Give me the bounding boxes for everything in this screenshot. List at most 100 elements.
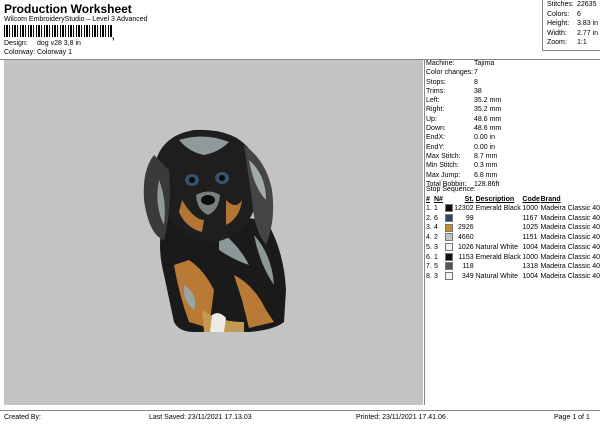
col-header-code: Code: [522, 196, 540, 203]
color-swatch: [444, 262, 453, 271]
dog-embroidery-image: [143, 129, 286, 332]
row-brand: Madeira Classic 40: [540, 263, 600, 271]
row-description: [476, 223, 523, 233]
machine-info-panel: Machine: Tajima Color changes:7 Stops: 8 T…: [426, 59, 501, 189]
row-index: 6.: [426, 253, 432, 261]
design-label: Design:: [4, 40, 28, 47]
table-row: 3. 4 2926 1025 Madeira Classic 40: [426, 223, 600, 233]
row-description: Natural White: [475, 272, 519, 280]
info-value: 48.6 mm: [474, 125, 502, 133]
row-needle: 3: [433, 243, 438, 251]
row-brand: Madeira Classic 40: [540, 253, 600, 261]
row-needle: 5: [433, 263, 438, 271]
colorway-label: Colorway:: [4, 49, 36, 56]
info-row: Max Jump: 6.8 mm: [426, 171, 501, 180]
row-code: 1167: [522, 214, 538, 222]
row-brand: Madeira Classic 40: [540, 234, 600, 242]
info-value: 0.3 mm: [474, 162, 498, 170]
table-row: 5. 3 1026 Natural White 1004 Madeira Classic …: [426, 242, 600, 253]
row-swatch: [444, 204, 454, 214]
info-value: 38: [474, 87, 482, 95]
info-value: 35.2 mm: [474, 106, 502, 114]
row-index: 1.: [426, 205, 432, 212]
stat-row: Height: 3.83 in: [543, 19, 600, 29]
panel-divider: [424, 59, 425, 405]
info-row: Trims: 38: [426, 87, 501, 96]
row-brand: Madeira Classic 40: [540, 205, 600, 212]
row-index: 2.: [426, 214, 432, 222]
stat-label: Height:: [547, 20, 570, 27]
row-code: 1000: [522, 253, 538, 261]
info-label: EndY:: [426, 143, 445, 151]
color-swatch: [444, 242, 453, 251]
row-brand: Madeira Classic 40: [540, 272, 600, 280]
col-header-brand: Brand: [540, 196, 561, 203]
row-swatch: [444, 233, 454, 243]
barcode: [4, 25, 112, 37]
row-index: 5.: [426, 243, 432, 251]
stop-sequence-title: Stop Sequence:: [426, 186, 476, 193]
stat-value: 22635: [577, 1, 597, 8]
stat-label: Stitches:: [547, 1, 574, 8]
row-code: 1025: [522, 224, 538, 232]
color-swatch: [444, 233, 453, 242]
info-label: Down:: [426, 125, 446, 133]
table-row: 4. 2 4660 1151 Madeira Classic 40: [426, 233, 600, 243]
stat-label: Zoom:: [547, 39, 567, 46]
color-swatch: [444, 213, 453, 222]
design-preview: [4, 60, 423, 405]
row-index: 3.: [426, 224, 432, 232]
info-label: Left:: [426, 97, 440, 105]
row-swatch: [444, 262, 454, 272]
row-needle: 3: [433, 272, 438, 280]
row-stitches: 99: [465, 214, 474, 222]
worksheet-title: Production Worksheet: [4, 2, 132, 16]
stat-label: Colors:: [547, 10, 570, 18]
col-header-stitches: St.: [464, 196, 474, 203]
info-value: 8: [474, 78, 478, 86]
info-value: 8.7 mm: [474, 152, 498, 160]
row-code: 1004: [522, 243, 538, 251]
stat-row: Colors: 6: [543, 10, 600, 20]
color-swatch: [444, 204, 453, 213]
row-swatch: [444, 252, 454, 263]
stat-label: Width:: [547, 29, 567, 37]
barcode-suffix: ,: [112, 31, 115, 41]
colorway-value: Colorway 1: [36, 49, 72, 56]
row-description: Emerald Black: [475, 205, 521, 212]
table-header-row: # N# St. Description Code Brand: [426, 195, 600, 204]
stat-value: 1:1: [577, 39, 587, 46]
row-stitches: 12302: [454, 205, 474, 212]
row-index: 7.: [426, 263, 432, 271]
color-swatch: [444, 252, 453, 261]
info-value: 0.00 in: [474, 134, 496, 142]
row-code: 1004: [522, 272, 538, 280]
stat-value: 6: [577, 10, 581, 18]
row-needle: 2: [433, 234, 438, 242]
row-description: [476, 233, 523, 243]
row-description: Emerald Black: [475, 253, 521, 261]
row-description: Natural White: [475, 243, 519, 251]
col-header-needle: N#: [433, 196, 443, 203]
info-value: 0.00 in: [474, 143, 496, 151]
color-swatch: [444, 223, 453, 232]
stat-row: Stitches: 22635: [543, 0, 600, 10]
row-code: 1151: [522, 234, 538, 242]
info-label: Machine:: [426, 60, 455, 67]
stop-sequence-table: # N# St. Description Code Brand 1. 1 12302…: [426, 195, 600, 282]
row-index: 4.: [426, 234, 432, 242]
stats-panel: Stitches: 22635 Colors: 6 Height: 3.83 in W…: [542, 0, 600, 51]
table-row: 1. 1 12302 Emerald Black 1000 Madeira Classic…: [426, 204, 600, 214]
info-row: Down: 48.6 mm: [426, 124, 501, 133]
info-row: Max Stitch: 8.7 mm: [426, 152, 501, 161]
row-needle: 1: [433, 205, 438, 212]
info-label: Trims:: [426, 87, 446, 95]
row-brand: Madeira Classic 40: [540, 214, 600, 222]
col-header-index: #: [426, 196, 430, 203]
info-row: Machine: Tajima: [426, 59, 501, 68]
row-index: 8.: [426, 272, 432, 280]
info-label: EndX:: [426, 134, 446, 142]
info-label: Max Jump:: [426, 171, 461, 179]
table-row: 7. 5 118 1318 Madeira Classic 40: [426, 262, 600, 272]
software-subtitle: Wilcom EmbroideryStudio – Level 3 Advanc…: [4, 16, 148, 23]
